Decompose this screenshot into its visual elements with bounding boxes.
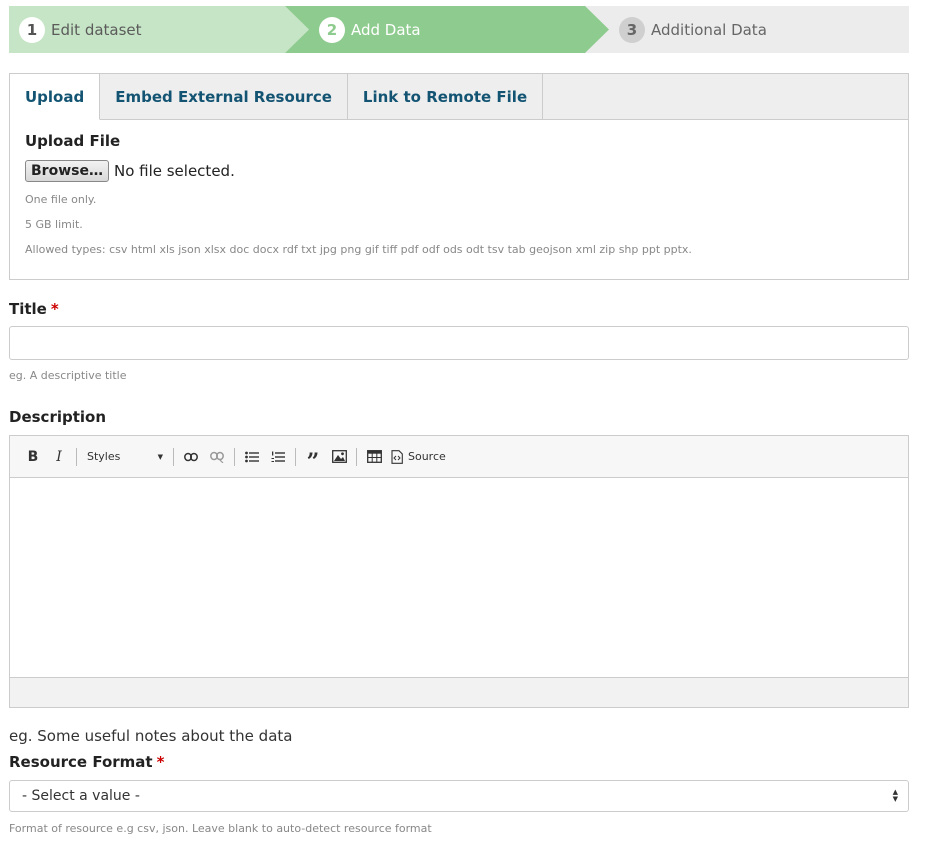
upload-file-label: Upload File — [25, 132, 121, 150]
blockquote-icon[interactable]: ” — [300, 444, 326, 475]
description-hint: eg. Some useful notes about the data — [9, 727, 293, 745]
description-textarea[interactable] — [10, 478, 908, 678]
toolbar-divider — [234, 447, 235, 466]
step-number: 2 — [319, 16, 345, 43]
title-hint: eg. A descriptive title — [9, 369, 127, 382]
browse-button[interactable]: Browse… — [25, 160, 109, 182]
bold-icon[interactable]: B — [20, 444, 46, 470]
upload-hint-count: One file only. — [25, 193, 97, 206]
step-label: Additional Data — [651, 20, 767, 39]
step-label: Add Data — [351, 20, 421, 39]
selected-value: - Select a value - — [22, 788, 140, 804]
resource-format-label: Resource Format * — [9, 753, 165, 771]
step-additional-data: 3 Additional Data — [619, 6, 899, 53]
upload-hint-types: Allowed types: csv html xls json xlsx do… — [25, 243, 692, 256]
toolbar-divider — [173, 447, 174, 466]
italic-icon[interactable]: I — [46, 444, 72, 470]
table-icon[interactable] — [361, 444, 387, 470]
image-icon[interactable] — [326, 444, 352, 470]
styles-dropdown[interactable]: Styles ▼ — [81, 444, 169, 470]
upload-panel: Upload Embed External Resource Link to R… — [9, 73, 909, 280]
link-icon[interactable] — [178, 444, 204, 470]
unlink-icon[interactable] — [204, 444, 230, 470]
tab-link-remote-file[interactable]: Link to Remote File — [348, 74, 544, 120]
step-add-data: 2 Add Data — [285, 6, 609, 53]
resource-format-select[interactable]: - Select a value - ▲ ▼ — [9, 780, 909, 812]
step-label: Edit dataset — [51, 20, 142, 39]
editor-toolbar: B I Styles ▼ ” Source — [10, 436, 908, 478]
title-label: Title * — [9, 300, 59, 318]
required-mark: * — [156, 753, 165, 771]
toolbar-divider — [295, 447, 296, 466]
tab-upload[interactable]: Upload — [10, 74, 101, 120]
file-status: No file selected. — [113, 162, 235, 180]
description-editor: B I Styles ▼ ” Source — [9, 435, 909, 708]
progress-stepper: 1 Edit dataset 2 Add Data 3 Additional D… — [9, 6, 909, 53]
editor-status-bar — [10, 678, 908, 707]
required-mark: * — [50, 300, 59, 318]
chevron-down-icon: ▼ — [157, 452, 163, 461]
numbered-list-icon[interactable] — [265, 444, 291, 470]
resource-format-hint: Format of resource e.g csv, json. Leave … — [9, 822, 432, 835]
step-number: 1 — [19, 16, 45, 43]
step-edit-dataset[interactable]: 1 Edit dataset — [9, 6, 309, 53]
upload-tabs: Upload Embed External Resource Link to R… — [10, 74, 908, 120]
source-icon — [391, 449, 403, 464]
upload-hint-size: 5 GB limit. — [25, 218, 83, 231]
tab-embed-external-resource[interactable]: Embed External Resource — [100, 74, 348, 120]
toolbar-divider — [356, 447, 357, 466]
description-label: Description — [9, 408, 107, 426]
bulleted-list-icon[interactable] — [239, 444, 265, 470]
select-arrows-icon: ▲ ▼ — [892, 788, 898, 803]
source-button[interactable]: Source — [391, 449, 446, 464]
title-input[interactable] — [9, 326, 909, 360]
step-number: 3 — [619, 16, 645, 43]
styles-label: Styles — [87, 450, 121, 463]
toolbar-divider — [76, 447, 77, 466]
source-label: Source — [408, 450, 446, 463]
